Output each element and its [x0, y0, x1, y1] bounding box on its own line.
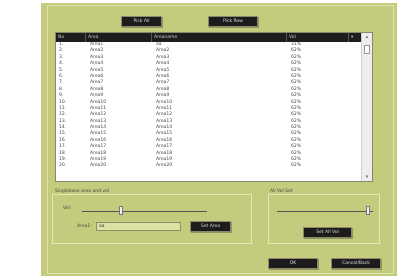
scroll-down-icon[interactable]: ▾: [363, 174, 371, 180]
table-cell-area: Area20: [90, 163, 107, 169]
column-header-area[interactable]: Area: [86, 33, 152, 42]
all-vol-slider-thumb[interactable]: [366, 206, 371, 215]
all-vol-group-label: All Vol Set: [270, 189, 293, 194]
set-all-vol-button[interactable]: Set All Vol: [303, 227, 352, 238]
all-vol-slider-track[interactable]: [277, 211, 373, 212]
scroll-thumb[interactable]: [364, 45, 370, 54]
column-header-vol[interactable]: Vol: [287, 33, 349, 42]
column-header-no[interactable]: No: [56, 33, 86, 42]
area-label: Area1:: [77, 224, 92, 229]
table-body: 1. Area1 aa 31% 2. Area2 Area2 62% 3. Area3 Area3 6…: [56, 42, 362, 170]
table-cell-vol: 62%: [291, 163, 302, 169]
cancel-back-button[interactable]: Cancel/Back: [331, 258, 381, 269]
scroll-up-icon[interactable]: ▴: [363, 34, 371, 40]
vol-label: Vol:: [63, 206, 72, 211]
table-scrollbar[interactable]: ▴ ▾: [361, 33, 372, 181]
column-header-areaname[interactable]: Areaname: [152, 33, 287, 42]
table-cell-areaname: Area20: [156, 163, 173, 169]
ok-button[interactable]: OK: [268, 258, 318, 269]
table-header: No Area Areaname Vol ▾: [56, 33, 362, 42]
table-cell-no: 20.: [59, 163, 67, 169]
area-name-input[interactable]: aa: [96, 222, 181, 231]
single-area-group: [52, 194, 252, 244]
table-row[interactable]: 20. Area20 Area20 62%: [56, 163, 362, 169]
set-area-button[interactable]: Set Area: [190, 221, 231, 232]
area-table[interactable]: No Area Areaname Vol ▾ 1. Area1 aa 31% 2. Are…: [55, 32, 373, 182]
pick-all-button[interactable]: Pick All: [121, 16, 162, 27]
single-area-group-label: Singlebase area and vol: [55, 189, 110, 194]
pick-row-button[interactable]: Pick Row: [208, 16, 258, 27]
vol-slider-track[interactable]: [82, 211, 207, 212]
vol-slider-thumb[interactable]: [118, 206, 123, 215]
